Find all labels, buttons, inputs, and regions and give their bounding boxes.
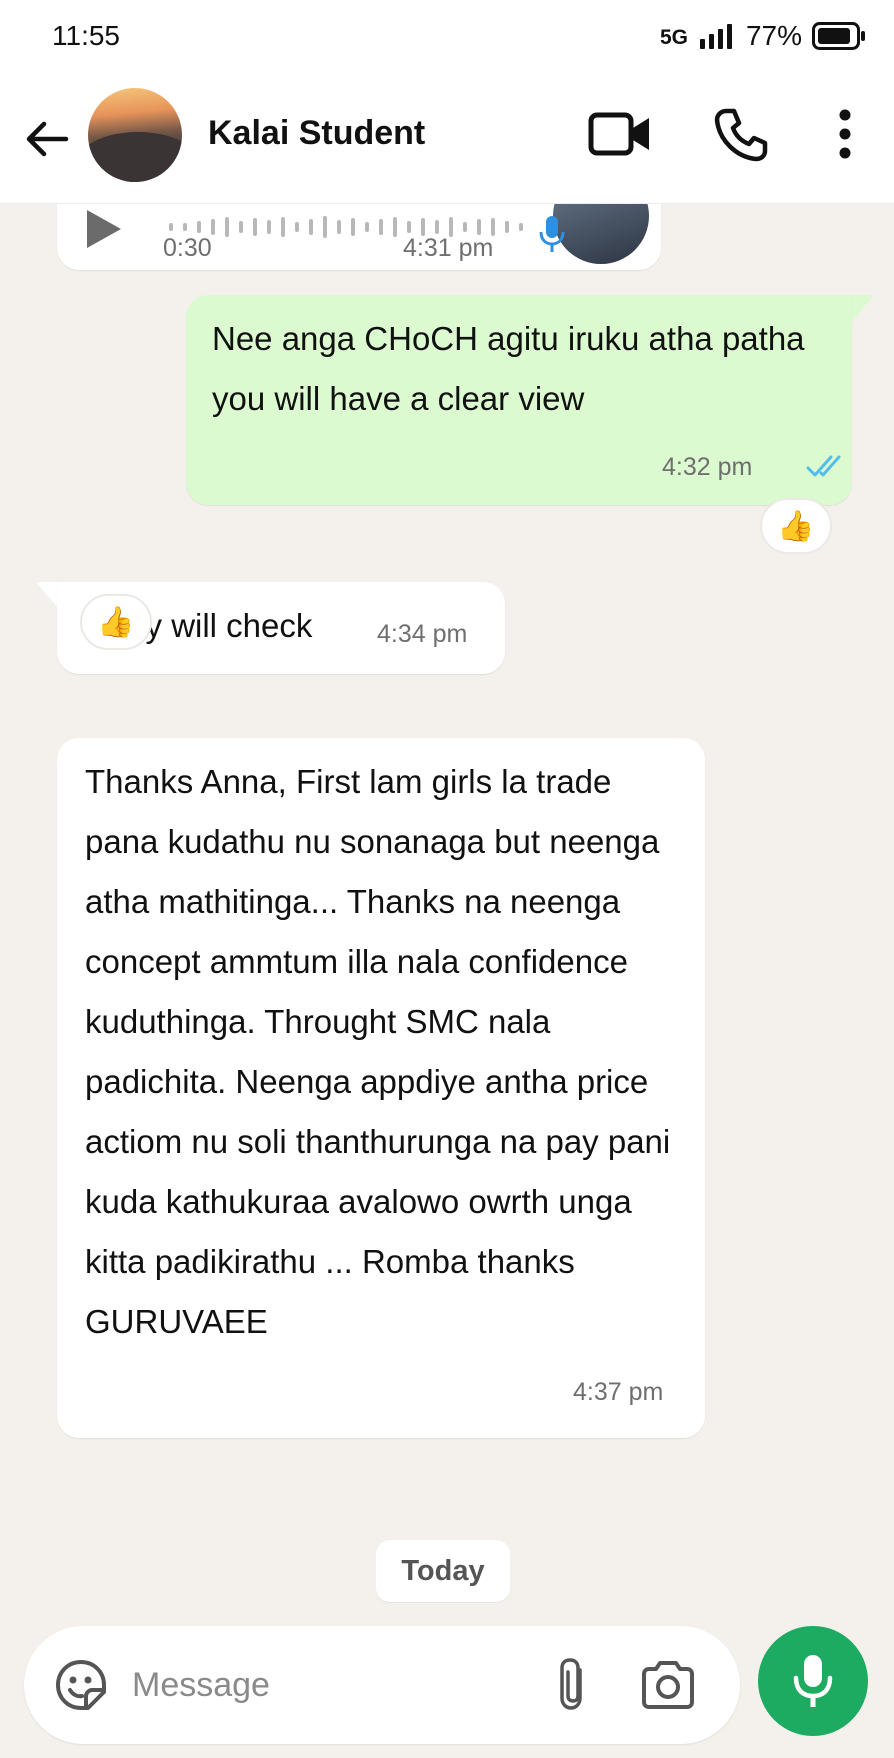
message-composer [24,1626,740,1744]
contact-name[interactable]: Kalai Student [208,114,425,153]
message-time: 4:37 pm [573,1378,664,1406]
mic-icon [539,216,565,252]
message-time: 4:32 pm [662,453,753,481]
reaction-thumbs-up[interactable]: 👍 [760,498,832,554]
attach-icon[interactable] [552,1656,592,1714]
voice-duration: 0:30 [163,234,212,262]
video-call-icon[interactable] [588,108,652,160]
camera-icon[interactable] [640,1660,696,1710]
voice-record-button[interactable] [758,1626,868,1736]
voice-message[interactable]: 0:30 4:31 pm [57,204,661,270]
message-time: 4:34 pm [377,620,468,648]
message-text: Nee anga CHoCH agitu iruku atha patha yo… [212,320,805,417]
phone-icon[interactable] [712,106,770,164]
back-arrow-icon[interactable] [22,114,72,164]
status-time: 11:55 [52,20,120,51]
avatar[interactable] [88,88,182,182]
network-type: 5G [659,26,688,49]
incoming-message[interactable]: Thanks Anna, First lam girls la trade pa… [57,738,705,1438]
chat-header: Kalai Student [0,72,894,204]
bubble-tail [36,582,58,608]
chat-area[interactable]: 0:30 4:31 pm Nee anga CHoCH agitu iruku … [0,204,894,1616]
status-bar: 11:55 5G 77% [0,0,894,72]
reaction-thumbs-up[interactable]: 👍 [80,594,152,650]
double-check-icon [806,455,841,477]
mic-icon [793,1655,833,1707]
voice-sender-avatar [553,204,649,264]
play-icon[interactable] [79,206,125,252]
sticker-icon[interactable] [54,1658,108,1712]
avatar-image-detail [88,132,182,182]
battery-icon [812,22,865,50]
message-input[interactable] [132,1656,462,1714]
message-time: 4:31 pm [403,234,494,262]
more-options-icon[interactable] [830,108,860,160]
signal-icon [699,24,732,49]
status-indicators: 5G 77% [660,20,866,52]
message-text: Thanks Anna, First lam girls la trade pa… [85,763,671,1340]
outgoing-message[interactable]: Nee anga CHoCH agitu iruku atha patha yo… [186,295,852,505]
battery-percent: 77% [745,20,802,51]
bubble-tail [852,295,874,321]
date-separator: Today [376,1540,510,1602]
